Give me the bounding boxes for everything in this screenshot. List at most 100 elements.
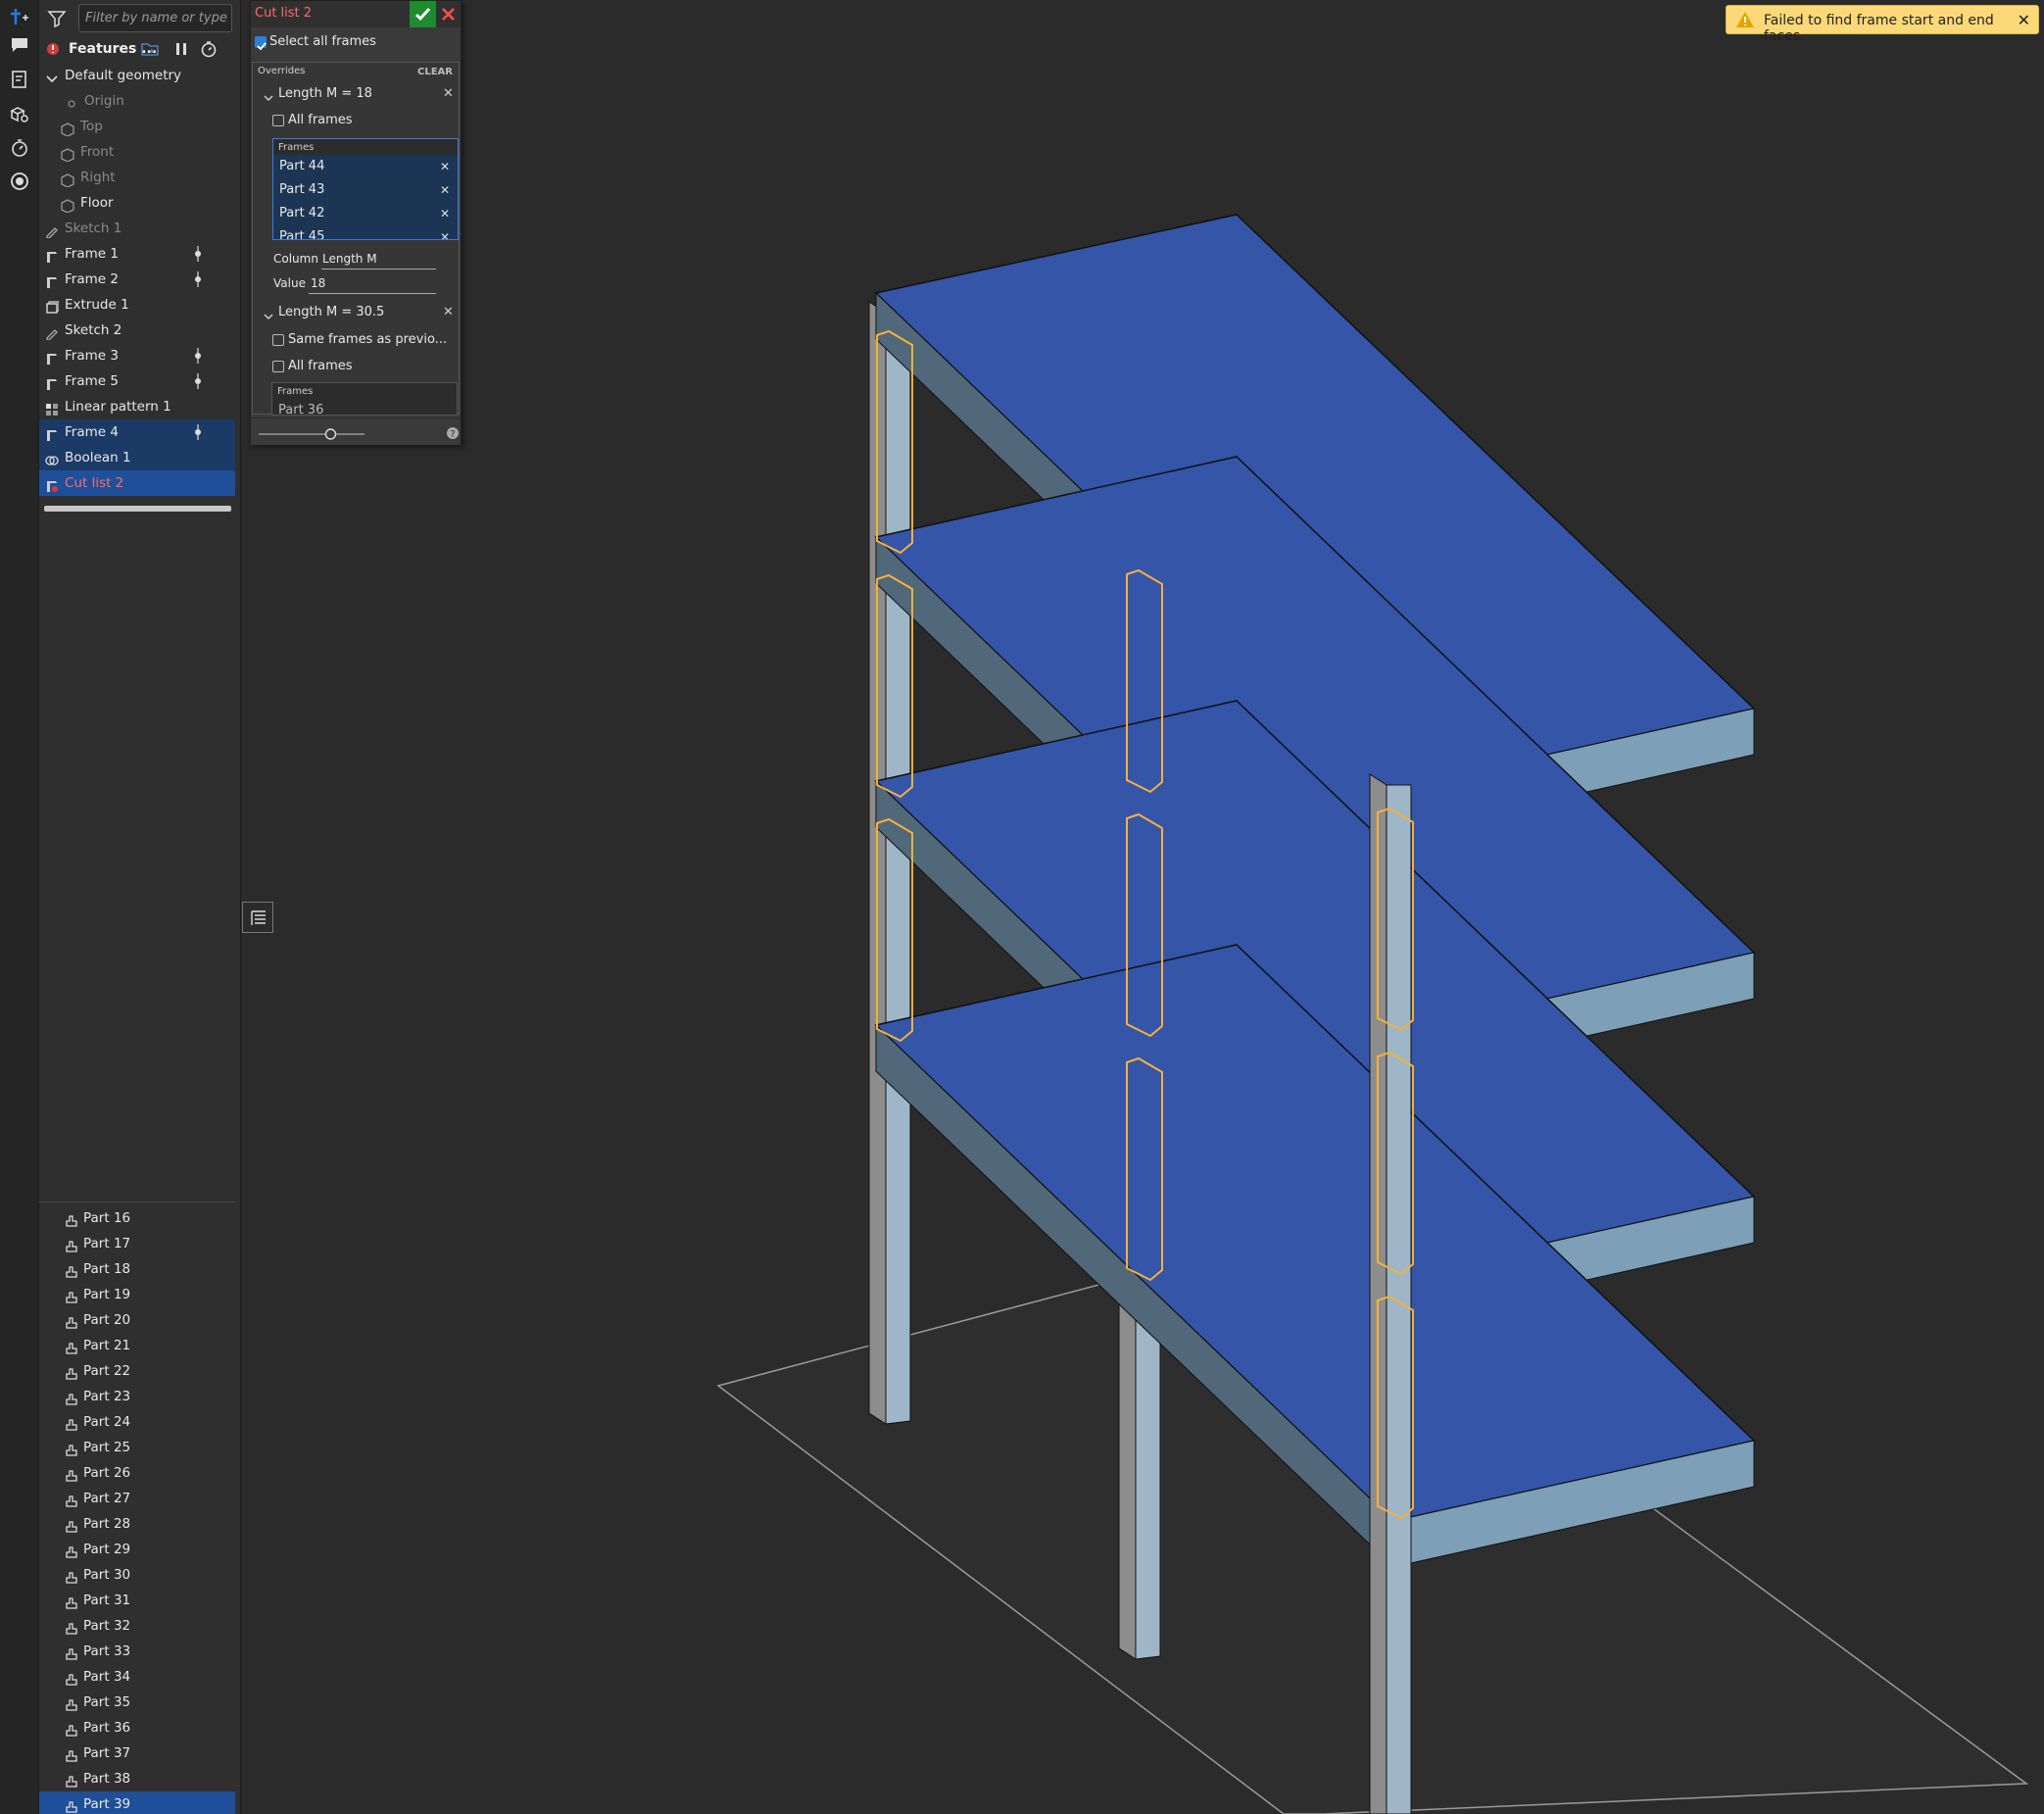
part-label: Part 37 <box>83 1745 131 1761</box>
filter-input[interactable] <box>78 4 232 32</box>
part-icon <box>65 1543 78 1558</box>
feature-error-icon <box>45 41 61 57</box>
feature-floor[interactable]: Floor <box>39 190 235 216</box>
boolean-icon <box>45 451 59 466</box>
feature-top[interactable]: Top <box>39 114 235 139</box>
feature-boolean-1[interactable]: Boolean 1 <box>39 445 235 470</box>
part-label: Part 30 <box>83 1567 131 1583</box>
part-item[interactable]: Part 20 <box>39 1307 235 1333</box>
feature-right[interactable]: Right <box>39 165 235 190</box>
part-label: Part 29 <box>83 1542 131 1557</box>
origin-icon <box>65 94 78 108</box>
part-icon <box>65 1415 78 1431</box>
feature-list-scrollbar[interactable] <box>44 506 231 512</box>
part-icon <box>65 1746 78 1762</box>
part-icon <box>65 1593 78 1609</box>
parts-icon[interactable] <box>8 104 31 127</box>
filter-icon[interactable] <box>47 9 67 28</box>
variables-icon[interactable] <box>8 69 31 92</box>
add-folder-icon[interactable] <box>141 41 159 57</box>
feature-sketch-1[interactable]: Sketch 1 <box>39 216 235 241</box>
part-label: Part 35 <box>83 1694 131 1710</box>
part-item[interactable]: Part 30 <box>39 1562 235 1588</box>
part-icon <box>65 1364 78 1380</box>
feature-sketch-2[interactable]: Sketch 2 <box>39 318 235 343</box>
part-label: Part 20 <box>83 1312 131 1328</box>
part-item[interactable]: Part 21 <box>39 1333 235 1358</box>
feature-label: Cut list 2 <box>65 475 124 491</box>
part-label: Part 25 <box>83 1440 131 1455</box>
3d-viewport[interactable] <box>242 0 2044 1814</box>
feature-frame-3[interactable]: Frame 3 <box>39 343 235 368</box>
feature-label: Right <box>80 170 116 185</box>
part-label: Part 24 <box>83 1414 131 1430</box>
part-item[interactable]: Part 33 <box>39 1639 235 1664</box>
part-item[interactable]: Part 17 <box>39 1231 235 1256</box>
part-icon <box>65 1492 78 1507</box>
feature-label: Default geometry <box>65 68 182 83</box>
part-item[interactable]: Part 37 <box>39 1740 235 1766</box>
close-notification-icon[interactable]: ✕ <box>2018 11 2030 29</box>
part-icon <box>65 1441 78 1456</box>
part-item[interactable]: Part 16 <box>39 1205 235 1231</box>
insert-feature-icon[interactable] <box>8 6 31 29</box>
comment-icon[interactable] <box>8 33 31 57</box>
part-label: Part 17 <box>83 1236 131 1251</box>
part-item[interactable]: Part 31 <box>39 1588 235 1613</box>
part-item[interactable]: Part 32 <box>39 1613 235 1639</box>
pause-icon[interactable] <box>174 41 188 57</box>
feature-label: Top <box>80 119 103 134</box>
feature-frame-5[interactable]: Frame 5 <box>39 368 235 394</box>
frame-profile-icon[interactable] <box>193 372 203 390</box>
part-item[interactable]: Part 38 <box>39 1766 235 1791</box>
render-icon[interactable] <box>8 171 31 194</box>
stopwatch-icon[interactable] <box>200 40 218 58</box>
frame-post-front[interactable] <box>1369 773 1412 1814</box>
feature-frame-2[interactable]: Frame 2 <box>39 267 235 292</box>
part-item[interactable]: Part 24 <box>39 1409 235 1435</box>
feature-extrude-1[interactable]: Extrude 1 <box>39 292 235 318</box>
frame-profile-icon[interactable] <box>193 245 203 263</box>
feature-linear-pattern-1[interactable]: Linear pattern 1 <box>39 394 235 419</box>
part-icon <box>65 1390 78 1405</box>
part-item[interactable]: Part 26 <box>39 1460 235 1486</box>
part-label: Part 26 <box>83 1465 131 1481</box>
part-label: Part 23 <box>83 1389 131 1404</box>
part-item[interactable]: Part 22 <box>39 1358 235 1384</box>
part-item[interactable]: Part 18 <box>39 1256 235 1282</box>
rollback-timer-icon[interactable] <box>8 137 31 161</box>
feature-origin[interactable]: Origin <box>39 88 235 114</box>
part-item[interactable]: Part 23 <box>39 1384 235 1409</box>
feature-default-geometry[interactable]: Default geometry <box>39 63 235 88</box>
frame-profile-icon[interactable] <box>193 347 203 365</box>
part-item[interactable]: Part 28 <box>39 1511 235 1537</box>
frame-icon <box>45 272 59 288</box>
part-item[interactable]: Part 19 <box>39 1282 235 1307</box>
part-label: Part 39 <box>83 1796 131 1812</box>
part-icon <box>65 1313 78 1329</box>
feature-front[interactable]: Front <box>39 139 235 165</box>
part-item[interactable]: Part 35 <box>39 1690 235 1715</box>
part-item[interactable]: Part 36 <box>39 1715 235 1740</box>
frame-post-back-left[interactable] <box>868 301 911 1425</box>
part-icon <box>65 1211 78 1227</box>
part-item[interactable]: Part 39 <box>39 1791 235 1814</box>
frame-profile-icon[interactable] <box>193 423 203 441</box>
feature-label: Frame 1 <box>65 246 119 262</box>
feature-label: Frame 5 <box>65 373 119 389</box>
part-icon <box>65 1466 78 1482</box>
feature-frame-1[interactable]: Frame 1 <box>39 241 235 267</box>
part-item[interactable]: Part 25 <box>39 1435 235 1460</box>
part-icon <box>65 1288 78 1303</box>
frame-icon <box>45 247 59 263</box>
part-item[interactable]: Part 34 <box>39 1664 235 1690</box>
part-icon <box>65 1670 78 1686</box>
part-item[interactable]: Part 27 <box>39 1486 235 1511</box>
feature-frame-4[interactable]: Frame 4 <box>39 419 235 445</box>
feature-label: Front <box>80 144 115 160</box>
part-item[interactable]: Part 29 <box>39 1537 235 1562</box>
extrude-icon <box>45 298 60 314</box>
sketch-icon <box>45 323 59 341</box>
feature-cut-list-2[interactable]: Cut list 2 <box>39 470 235 496</box>
frame-profile-icon[interactable] <box>193 270 203 288</box>
